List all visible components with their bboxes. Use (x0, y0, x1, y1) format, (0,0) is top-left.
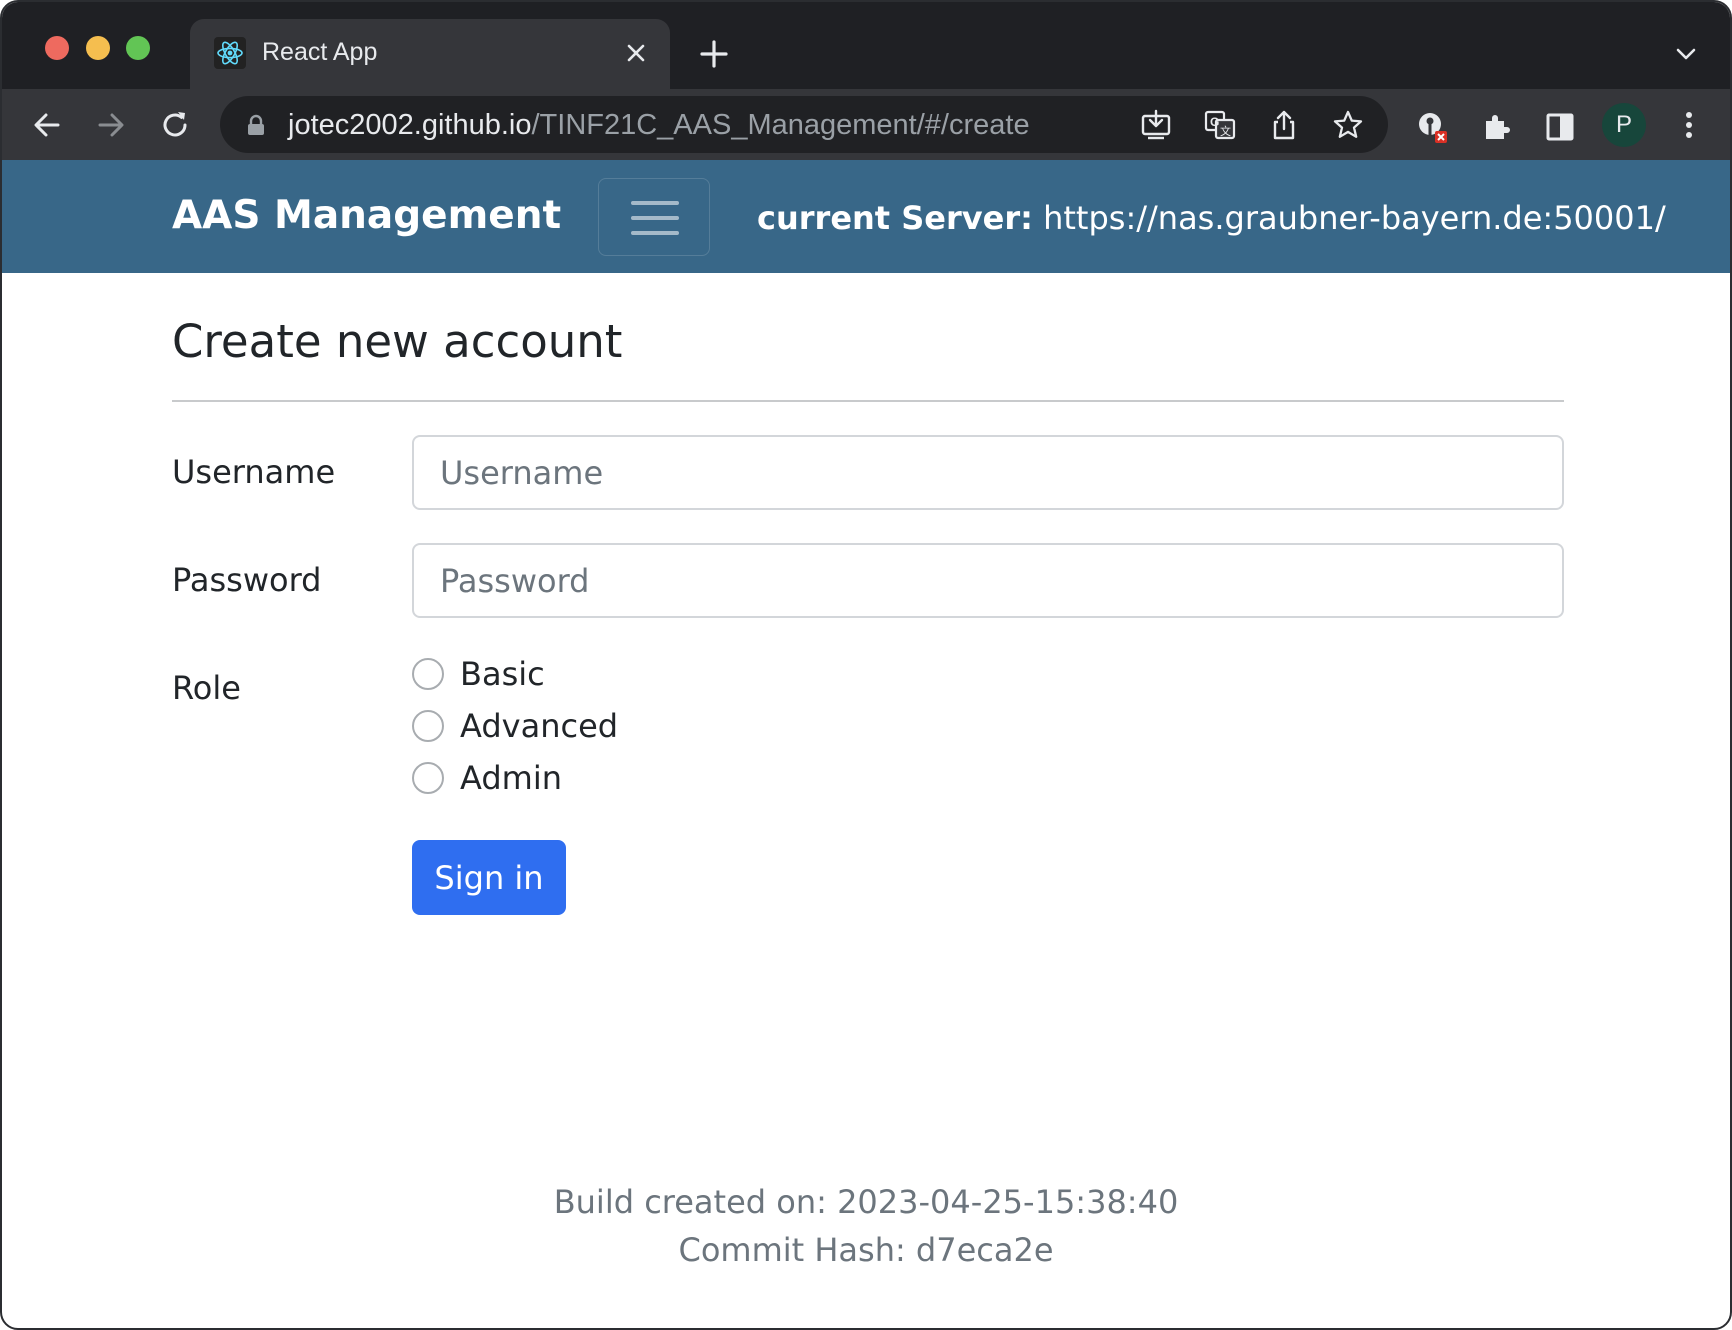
browser-toolbar: jotec2002.github.io/TINF21C_AAS_Manageme… (2, 89, 1730, 160)
maximize-window-button[interactable] (126, 36, 150, 60)
address-bar[interactable]: jotec2002.github.io/TINF21C_AAS_Manageme… (220, 96, 1388, 153)
minimize-window-button[interactable] (86, 36, 110, 60)
tab-react-app[interactable]: React App (190, 19, 670, 89)
role-label: Role (172, 669, 241, 707)
browser-window: React App jotec2002.github.io/TINF21C_AA… (0, 0, 1732, 1330)
svg-text:G: G (1210, 115, 1219, 129)
lock-icon[interactable] (246, 114, 266, 136)
radio-label: Advanced (460, 707, 619, 745)
tab-title: React App (262, 38, 378, 66)
title-divider (172, 400, 1564, 402)
install-app-icon[interactable] (1140, 109, 1172, 141)
url-path: /TINF21C_AAS_Management/#/create (531, 109, 1030, 141)
share-icon[interactable] (1268, 109, 1300, 141)
tab-strip: React App (2, 2, 1730, 89)
kebab-menu-icon[interactable] (1674, 109, 1704, 141)
arrow-right-icon[interactable] (92, 106, 130, 144)
url-text[interactable]: jotec2002.github.io/TINF21C_AAS_Manageme… (288, 109, 1030, 142)
username-label: Username (172, 453, 336, 491)
svg-text:文: 文 (1220, 124, 1231, 138)
star-icon[interactable] (1332, 109, 1364, 141)
sign-in-button[interactable]: Sign in (412, 840, 566, 915)
current-server: current Server: https://nas.graubner-bay… (757, 199, 1666, 237)
close-window-button[interactable] (45, 36, 69, 60)
hamburger-icon[interactable] (598, 178, 710, 256)
react-logo-icon (214, 37, 246, 69)
key-extension-icon[interactable] (1416, 111, 1448, 143)
page-title: Create new account (172, 315, 623, 368)
translate-icon[interactable]: G 文 (1204, 109, 1236, 141)
side-panel-icon[interactable] (1544, 111, 1576, 143)
plus-icon[interactable] (699, 39, 729, 69)
puzzle-icon[interactable] (1480, 111, 1512, 143)
server-url: https://nas.graubner-bayern.de:50001/ (1043, 199, 1666, 237)
brand-link[interactable]: AAS Management (172, 193, 561, 238)
radio-label: Admin (460, 759, 562, 797)
username-input[interactable] (412, 435, 1564, 510)
build-info: Build created on: 2023-04-25-15:38:40 (553, 1183, 1179, 1221)
url-host: jotec2002.github.io (288, 109, 532, 141)
server-label: current Server: (757, 199, 1033, 237)
password-label: Password (172, 561, 322, 599)
reload-icon[interactable] (156, 106, 194, 144)
radio-button[interactable] (412, 762, 444, 794)
password-input[interactable] (412, 543, 1564, 618)
arrow-left-icon[interactable] (28, 106, 66, 144)
radio-button[interactable] (412, 710, 444, 742)
commit-hash: Commit Hash: d7eca2e (678, 1231, 1054, 1269)
app-navbar: AAS Management current Server: https://n… (2, 160, 1730, 273)
radio-button[interactable] (412, 658, 444, 690)
profile-avatar[interactable]: P (1602, 103, 1646, 147)
radio-label: Basic (460, 655, 545, 693)
chevron-down-icon[interactable] (1674, 44, 1698, 64)
close-icon[interactable] (624, 41, 648, 65)
